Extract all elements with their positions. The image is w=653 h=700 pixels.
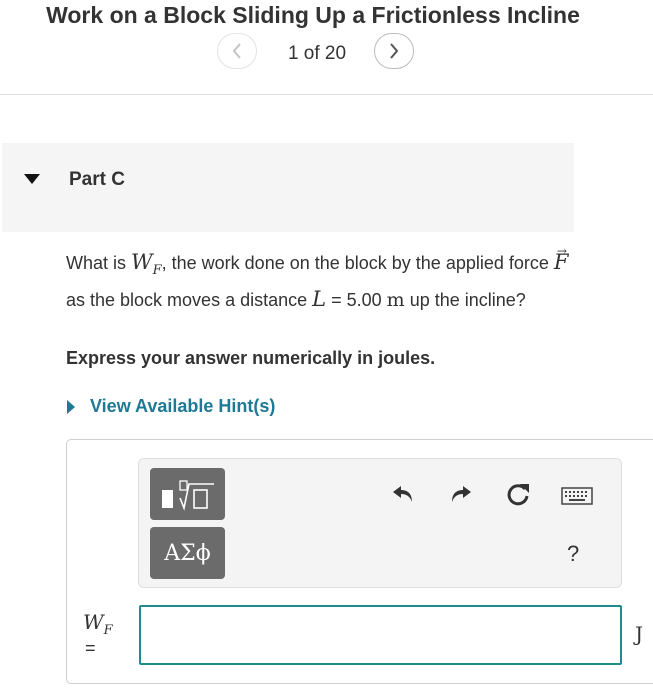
undo-icon: [393, 486, 412, 502]
keyboard-button[interactable]: [561, 487, 593, 505]
keyboard-icon: [561, 487, 593, 505]
chevron-right-icon: [390, 43, 399, 59]
part-label: Part C: [69, 169, 125, 190]
hint-toggle[interactable]: View Available Hint(s): [66, 396, 275, 417]
undo-button[interactable]: [391, 482, 415, 506]
symbols-button[interactable]: ΑΣϕ: [150, 527, 225, 579]
var-l: L: [312, 287, 327, 312]
redo-icon: [452, 486, 471, 502]
templates-button[interactable]: [150, 468, 225, 520]
unit-label: J: [635, 622, 644, 646]
hint-link[interactable]: View Available Hint(s): [90, 396, 275, 417]
reset-button[interactable]: [505, 481, 531, 507]
unit-m: m: [386, 289, 405, 312]
problem-title: Work on a Block Sliding Up a Frictionles…: [46, 2, 580, 28]
reset-icon: [507, 484, 529, 506]
chevron-left-icon: [232, 43, 241, 59]
redo-button[interactable]: [449, 482, 473, 506]
next-button[interactable]: [374, 33, 414, 69]
previous-button[interactable]: [217, 33, 257, 69]
help-button[interactable]: ?: [567, 541, 579, 567]
var-w: WF: [131, 250, 162, 279]
equals-sign: =: [85, 638, 96, 658]
var-f-vector: → F: [553, 244, 569, 274]
triangle-right-icon: [67, 399, 75, 414]
templates-icon: [161, 480, 214, 511]
part-c-header[interactable]: Part C: [2, 143, 574, 232]
page-counter: 1 of 20: [287, 43, 347, 64]
header-divider: [0, 94, 653, 95]
answer-input[interactable]: [139, 605, 622, 665]
triangle-down-icon[interactable]: [23, 173, 41, 185]
answer-instruction: Express your answer numerically in joule…: [66, 348, 436, 368]
answer-variable-label: WF: [83, 610, 113, 638]
question-text: What is WF, the work done on the block b…: [66, 244, 569, 312]
math-toolbar: ΑΣϕ ?: [138, 458, 622, 588]
answer-panel: ΑΣϕ ? WF = J: [66, 439, 653, 684]
